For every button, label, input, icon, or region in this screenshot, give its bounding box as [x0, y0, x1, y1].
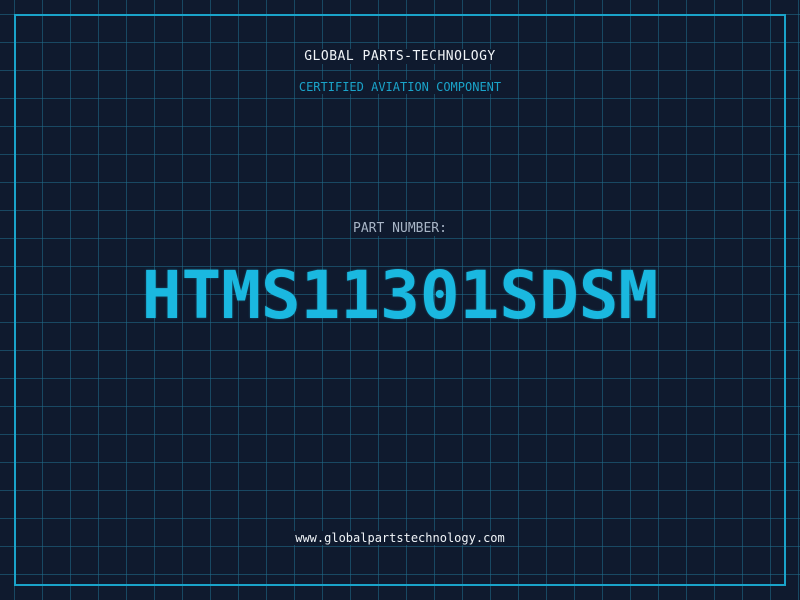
- website-row: www.globalpartstechnology.com: [0, 531, 800, 545]
- tagline: CERTIFIED AVIATION COMPONENT: [296, 80, 504, 94]
- part-number-label: PART NUMBER:: [351, 221, 449, 236]
- part-card: GLOBAL PARTS-TECHNOLOGY CERTIFIED AVIATI…: [0, 0, 800, 600]
- part-number-row: HTMS11301SDSM: [0, 256, 800, 336]
- company-name-row: GLOBAL PARTS-TECHNOLOGY: [0, 49, 800, 64]
- part-number: HTMS11301SDSM: [141, 257, 659, 334]
- tagline-row: CERTIFIED AVIATION COMPONENT: [0, 80, 800, 94]
- website-link[interactable]: www.globalpartstechnology.com: [293, 531, 507, 545]
- part-number-label-row: PART NUMBER:: [0, 221, 800, 236]
- company-name: GLOBAL PARTS-TECHNOLOGY: [302, 49, 498, 64]
